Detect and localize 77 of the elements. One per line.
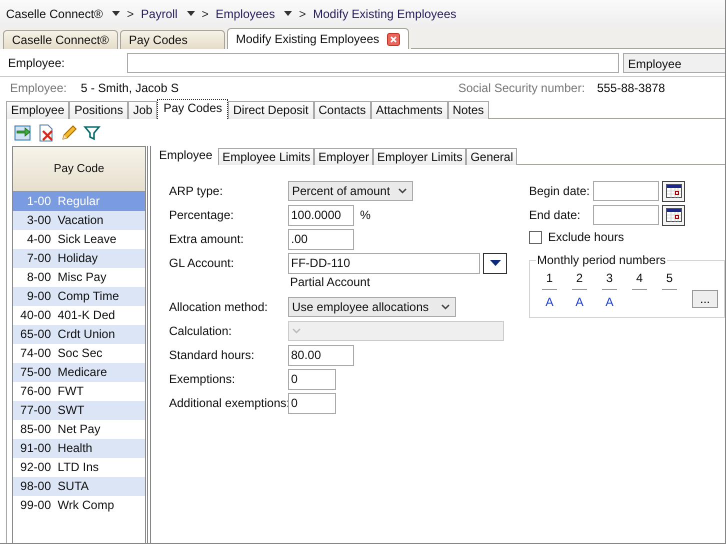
pay-code-row[interactable]: 65-00 Crdt Union: [13, 325, 146, 344]
breadcrumb-separator: >: [126, 6, 134, 20]
dropdown[interactable]: Use employee allocations: [288, 297, 456, 317]
search-type-dropdown[interactable]: Employee: [623, 52, 725, 72]
period-value[interactable]: A: [545, 295, 554, 309]
tab[interactable]: Notes: [448, 101, 489, 119]
pay-code-row[interactable]: 92-00 LTD Ins: [13, 458, 146, 477]
more-button[interactable]: ...: [692, 290, 718, 308]
period-value[interactable]: A: [575, 295, 584, 309]
pay-code-row[interactable]: 9-00 Comp Time: [13, 287, 146, 306]
group-title: Monthly period numbers: [536, 253, 667, 267]
tab[interactable]: Employee Limits: [218, 148, 314, 165]
input-field[interactable]: FF-DD-110: [288, 252, 480, 274]
breadcrumb-link[interactable]: Modify Existing Employees: [313, 6, 456, 20]
pay-code-row[interactable]: 40-00 401-K Ded: [13, 306, 146, 325]
pay-code-row[interactable]: 4-00 Sick Leave: [13, 230, 146, 249]
pay-code-row[interactable]: 8-00 Misc Pay: [13, 268, 146, 287]
field-label: Employee:: [8, 56, 66, 70]
tab[interactable]: Employer: [314, 148, 374, 165]
column-header[interactable]: Pay Code: [13, 147, 146, 192]
pay-code-row[interactable]: 3-00 Vacation: [13, 211, 146, 230]
field-label: Additional exemptions:: [169, 396, 288, 410]
breadcrumb-link[interactable]: Employees: [216, 6, 275, 20]
ssn-value: 555-88-3878: [596, 81, 665, 95]
breadcrumb-link[interactable]: Payroll: [140, 6, 178, 20]
pay-code-row[interactable]: 76-00 FWT: [13, 382, 146, 401]
tab[interactable]: Positions: [69, 101, 128, 119]
tab[interactable]: General: [466, 148, 518, 165]
field-label: Calculation:: [169, 324, 233, 338]
checkbox-label: Exclude hours: [548, 230, 624, 244]
field-label: Allocation method:: [169, 300, 269, 314]
account-note: Partial Account: [290, 275, 370, 289]
pay-code-row[interactable]: 74-00 Soc Sec: [13, 344, 146, 363]
field-label: GL Account:: [169, 256, 235, 270]
input-field[interactable]: .00: [288, 228, 354, 250]
pay-code-row[interactable]: 99-00 Wrk Comp: [13, 496, 146, 515]
field-label: Exemptions:: [169, 372, 236, 386]
document-tab[interactable]: Caselle Connect®: [3, 30, 118, 49]
unit-label: %: [360, 208, 371, 222]
pay-code-row[interactable]: 91-00 Health: [13, 439, 146, 458]
period-value[interactable]: A: [605, 295, 614, 309]
field-label: Social Security number:: [458, 81, 585, 95]
document-tab[interactable]: Pay Codes: [120, 30, 225, 49]
pay-code-row[interactable]: 77-00 SWT: [13, 401, 146, 420]
tab[interactable]: Direct Deposit: [228, 101, 314, 119]
field-label: Standard hours:: [169, 348, 256, 362]
pay-code-row[interactable]: 7-00 Holiday: [13, 249, 146, 268]
period-number: 2: [576, 271, 583, 285]
tab[interactable]: Employer Limits: [373, 148, 466, 165]
pay-code-row[interactable]: 98-00 SUTA: [13, 477, 146, 496]
period-number: 5: [666, 271, 673, 285]
input-field[interactable]: 100.0000: [288, 204, 354, 226]
tab[interactable]: Contacts: [314, 101, 371, 119]
field-label: End date:: [529, 208, 582, 222]
period-number: 3: [606, 271, 613, 285]
input-field[interactable]: 80.00: [288, 344, 354, 366]
breadcrumb-link[interactable]: Caselle Connect®: [6, 6, 103, 20]
pay-code-row[interactable]: 85-00 Net Pay: [13, 420, 146, 439]
tab[interactable]: Attachments: [370, 101, 448, 119]
field-label: Percentage:: [169, 208, 235, 222]
field-label: Begin date:: [529, 184, 591, 198]
dropdown[interactable]: Percent of amount: [288, 181, 413, 201]
field-label: Employee:: [10, 81, 67, 95]
field-label: Extra amount:: [169, 232, 245, 246]
tab[interactable]: Job: [128, 101, 158, 119]
field-label: ARP type:: [169, 184, 224, 198]
tab[interactable]: Employee: [6, 101, 70, 119]
document-tab[interactable]: Modify Existing Employees: [226, 28, 410, 49]
period-number: 1: [546, 271, 553, 285]
breadcrumb-separator: >: [298, 6, 306, 20]
tab[interactable]: Pay Codes: [157, 99, 228, 119]
breadcrumb-separator: >: [202, 6, 209, 20]
employee-name: 5 - Smith, Jacob S: [80, 81, 179, 95]
pay-code-row[interactable]: 75-00 Medicare: [13, 363, 146, 382]
input-field[interactable]: 0: [288, 368, 336, 390]
period-number: 4: [636, 271, 643, 285]
input-field[interactable]: 0: [288, 392, 336, 414]
